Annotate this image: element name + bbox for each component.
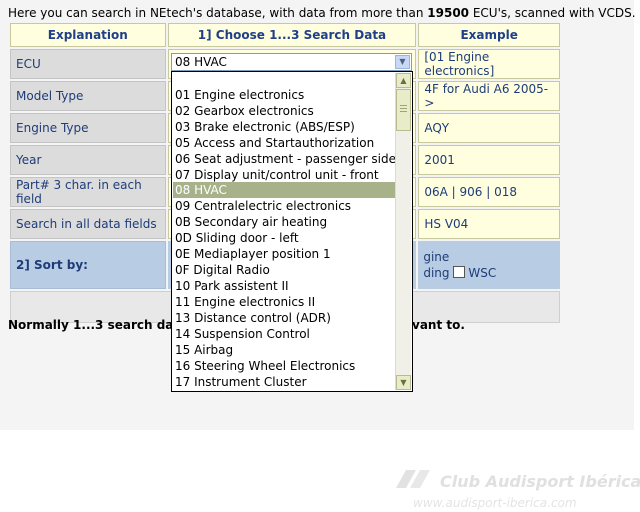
ecu-dropdown-list: 01 Engine electronics 02 Gearbox electron… <box>171 71 413 392</box>
header-explanation: Explanation <box>10 23 166 47</box>
row-label-model-type: Model Type <box>10 81 166 111</box>
sort-option-coding[interactable]: ding <box>423 266 449 280</box>
dropdown-option[interactable]: 02 Gearbox electronics <box>173 103 397 119</box>
dropdown-option[interactable]: 07 Display unit/control unit - front <box>173 167 397 183</box>
note-text-end: vant to. <box>412 318 465 332</box>
scroll-thumb[interactable] <box>396 89 411 131</box>
row-example-part: 06A | 906 | 018 <box>418 177 560 207</box>
ecu-select[interactable]: 08 HVAC ▼ <box>171 53 412 71</box>
dropdown-option[interactable]: 08 HVAC <box>173 182 397 198</box>
wsc-checkbox[interactable] <box>453 266 466 278</box>
sort-by-label: 2] Sort by: <box>10 241 166 289</box>
watermark-url: www.audisport-iberica.com <box>413 496 577 510</box>
dropdown-option[interactable]: 11 Engine electronics II <box>173 294 397 310</box>
watermark-name: Club Audisport Ibérica <box>440 472 640 491</box>
row-label-all-fields: Search in all data fields <box>10 209 166 239</box>
club-logo-icon <box>396 470 430 488</box>
sort-options-right: gine ding WSC <box>418 241 560 289</box>
row-label-engine-type: Engine Type <box>10 113 166 143</box>
chevron-down-icon[interactable]: ▼ <box>395 55 410 69</box>
sort-option-wsc-row: ding WSC <box>423 265 555 281</box>
dropdown-option[interactable]: 03 Brake electronic (ABS/ESP) <box>173 119 397 135</box>
dropdown-option[interactable]: 14 Suspension Control <box>173 326 397 342</box>
scroll-down-icon[interactable]: ▼ <box>396 375 411 390</box>
dropdown-option[interactable]: 0B Secondary air heating <box>173 214 397 230</box>
wsc-label: WSC <box>468 266 497 280</box>
row-example-engine-type: AQY <box>418 113 560 143</box>
dropdown-option[interactable]: 0F Digital Radio <box>173 262 397 278</box>
sort-option-engine[interactable]: gine <box>423 249 555 265</box>
dropdown-scrollbar[interactable]: ▲ ▼ <box>395 73 411 390</box>
dropdown-option[interactable]: 10 Park assistent II <box>173 278 397 294</box>
header-choose: 1] Choose 1...3 Search Data <box>167 23 417 47</box>
row-label-part: Part# 3 char. in each field <box>10 177 166 207</box>
dropdown-option[interactable]: 09 Centralelectric electronics <box>173 198 397 214</box>
scroll-up-icon[interactable]: ▲ <box>396 73 411 88</box>
dropdown-option[interactable]: 0E Mediaplayer position 1 <box>173 246 397 262</box>
dropdown-option[interactable]: 01 Engine electronics <box>173 87 397 103</box>
dropdown-option[interactable]: 06 Seat adjustment - passenger side <box>173 151 397 167</box>
row-example-year: 2001 <box>418 145 560 175</box>
dropdown-option[interactable]: 13 Distance control (ADR) <box>173 310 397 326</box>
dropdown-option[interactable]: 05 Access and Startauthorization <box>173 135 397 151</box>
row-example-ecu: [01 Engine electronics] <box>418 49 560 79</box>
dropdown-option[interactable]: 0D Sliding door - left <box>173 230 397 246</box>
row-label-year: Year <box>10 145 166 175</box>
note-text: Normally 1...3 search data <box>8 318 188 332</box>
row-example-model-type: 4F for Audi A6 2005-> <box>418 81 560 111</box>
dropdown-option[interactable]: 17 Instrument Cluster <box>173 374 397 390</box>
row-example-all-fields: HS V04 <box>418 209 560 239</box>
dropdown-option[interactable]: 16 Steering Wheel Electronics <box>173 358 397 374</box>
header-example: Example <box>418 23 560 47</box>
ecu-select-value: 08 HVAC <box>175 55 227 69</box>
dropdown-option[interactable]: 15 Airbag <box>173 342 397 358</box>
row-label-ecu: ECU <box>10 49 166 79</box>
intro-text: Here you can search in NEtech's database… <box>8 6 636 20</box>
